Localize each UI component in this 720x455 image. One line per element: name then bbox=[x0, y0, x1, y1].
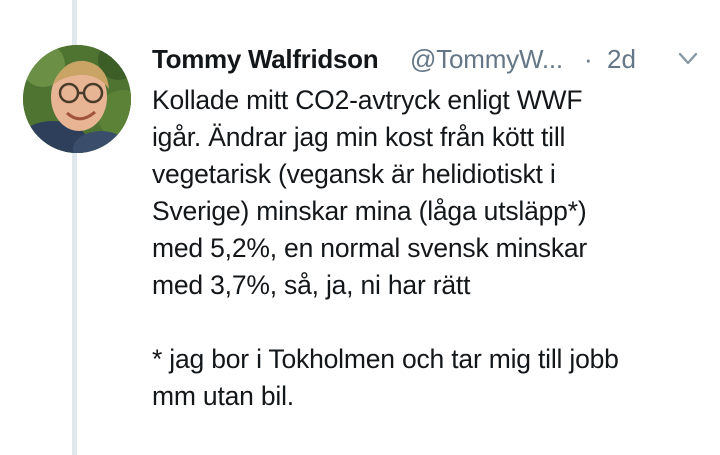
tweet-timestamp[interactable]: 2d bbox=[607, 44, 636, 75]
chevron-down-icon[interactable] bbox=[678, 52, 698, 66]
author-name[interactable]: Tommy Walfridson bbox=[152, 44, 379, 75]
tweet-header: Tommy Walfridson @TommyW... · 2d bbox=[152, 40, 702, 80]
author-handle[interactable]: @TommyW... bbox=[410, 44, 563, 75]
avatar[interactable] bbox=[23, 45, 131, 153]
tweet-text: Kollade mitt CO2-avtryck enligt WWF igår… bbox=[152, 85, 619, 411]
avatar-image bbox=[23, 45, 131, 153]
separator-dot: · bbox=[584, 44, 593, 74]
